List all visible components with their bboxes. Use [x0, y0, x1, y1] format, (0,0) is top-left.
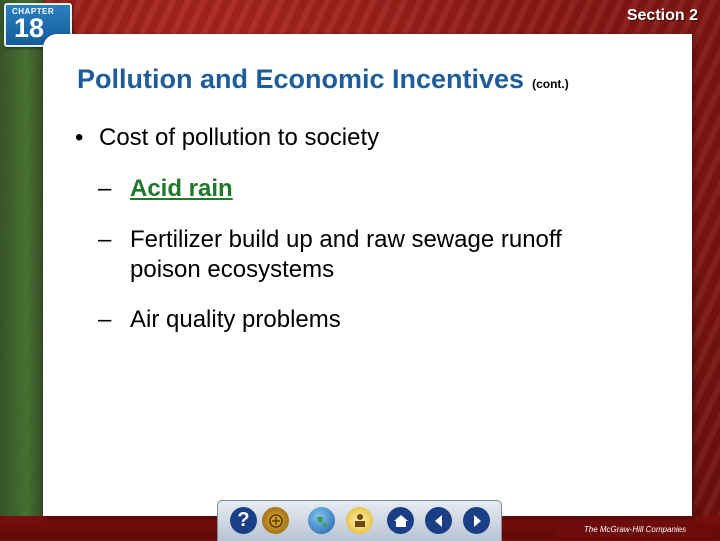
title-text: Pollution and Economic Incentives	[77, 64, 525, 94]
back-icon[interactable]	[425, 507, 452, 534]
forward-icon[interactable]	[463, 507, 490, 534]
navigation-toolbar: ?	[217, 500, 502, 541]
slide-panel: Pollution and Economic Incentives (cont.)…	[43, 34, 692, 516]
globe-icon[interactable]	[308, 507, 335, 534]
dash-marker: –	[98, 175, 112, 202]
chapter-number: 18	[14, 13, 45, 43]
dash-marker: –	[98, 306, 112, 333]
help-icon[interactable]: ?	[230, 507, 257, 534]
title-cont: (cont.)	[532, 77, 569, 91]
bullet-marker: •	[75, 124, 84, 151]
resource-icon[interactable]	[262, 507, 289, 534]
section-label[interactable]: Section 2	[627, 7, 698, 25]
figure-icon[interactable]	[346, 507, 373, 534]
acid-rain-link[interactable]: Acid rain	[130, 175, 233, 202]
background-left-strip	[0, 0, 44, 540]
slide-title: Pollution and Economic Incentives (cont.)	[77, 64, 569, 95]
publisher-logo: The McGraw-Hill Companies	[556, 522, 714, 538]
sub-item-text-line1: Fertilizer build up and raw sewage runof…	[130, 226, 562, 253]
bullet-text: Cost of pollution to society	[99, 124, 380, 151]
sub-item-text-line2: poison ecosystems	[130, 256, 335, 283]
sub-item-text: Air quality problems	[130, 306, 341, 333]
sub-item-fertilizer: – Fertilizer build up and raw sewage runo…	[98, 225, 562, 285]
sub-item-acid-rain: – Acid rain	[98, 174, 233, 204]
main-bullet: • Cost of pollution to society	[75, 124, 379, 152]
dash-marker: –	[98, 226, 112, 253]
home-icon[interactable]	[387, 507, 414, 534]
help-glyph: ?	[237, 509, 250, 531]
sub-item-air-quality: – Air quality problems	[98, 305, 341, 335]
